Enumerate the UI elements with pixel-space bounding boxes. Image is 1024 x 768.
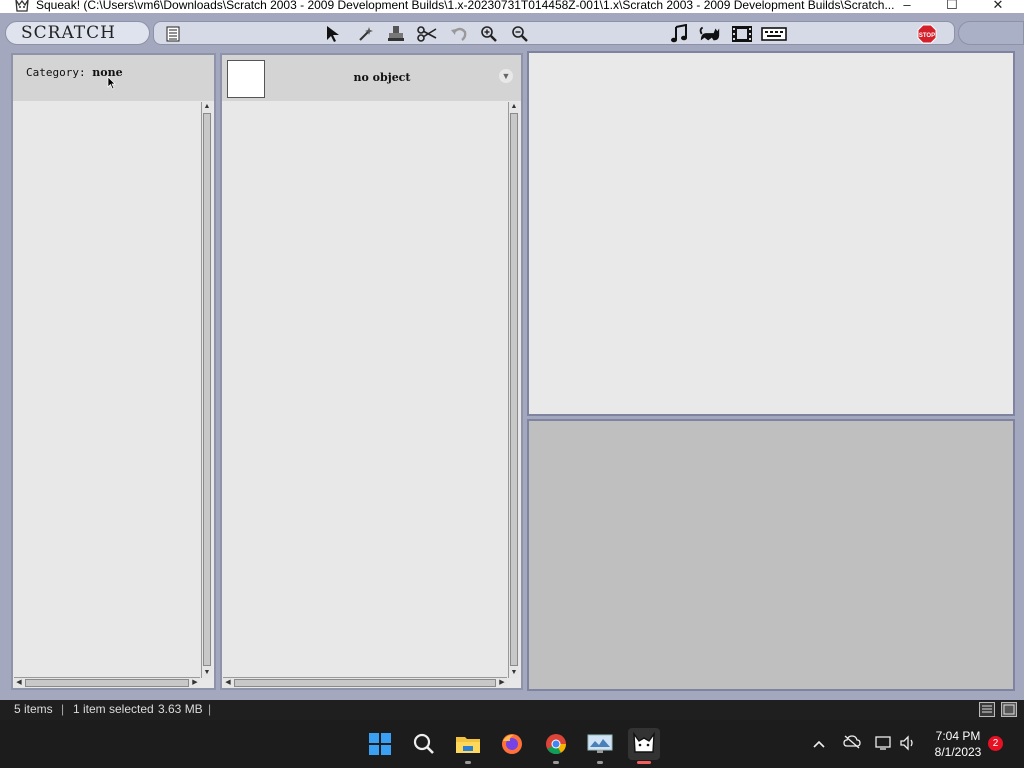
object-header: no object ▼: [222, 55, 521, 101]
minimize-button[interactable]: –: [884, 0, 930, 13]
remote-desktop-icon[interactable]: [584, 728, 616, 764]
running-indicator: [597, 761, 603, 764]
maximize-button[interactable]: ☐: [929, 0, 975, 13]
notification-badge[interactable]: 2: [988, 736, 1003, 751]
magic-wand-icon[interactable]: [355, 24, 377, 44]
onedrive-offline-icon[interactable]: [843, 735, 861, 752]
scripts-horizontal-scrollbar[interactable]: ◀ ▶: [223, 677, 507, 688]
chevron-up-icon[interactable]: [813, 736, 825, 752]
squeak-app-icon: [14, 0, 30, 13]
window-title: Squeak! (C:\Users\vm6\Downloads\Scratch …: [36, 0, 895, 12]
network-icon[interactable]: [875, 735, 893, 754]
scratch-taskbar-icon[interactable]: [628, 728, 660, 764]
stop-label: STOP: [919, 33, 935, 39]
selection-count: 1 item selected: [73, 702, 154, 716]
system-clock[interactable]: 7:04 PM 8/1/2023: [928, 728, 988, 760]
scroll-right-icon[interactable]: ▶: [497, 678, 507, 688]
zoom-in-icon[interactable]: [478, 24, 500, 44]
toolbar-right-tab[interactable]: [958, 21, 1024, 45]
stage[interactable]: [527, 51, 1015, 416]
undo-icon[interactable]: [448, 24, 470, 44]
clock-time: 7:04 PM: [935, 729, 981, 743]
scroll-down-icon[interactable]: ▼: [202, 668, 212, 678]
clock-date: 8/1/2023: [934, 745, 982, 759]
scratch-app: SCRATCH STOP Category: none ▲ ▼ ◀ ▶ no o…: [0, 13, 1024, 700]
chrome-icon[interactable]: [540, 728, 572, 764]
selection-size: 3.63 MB: [158, 702, 203, 716]
scripts-vertical-scrollbar[interactable]: ▲ ▼: [508, 102, 519, 678]
film-icon[interactable]: [731, 24, 753, 44]
scratch-logo: SCRATCH: [21, 23, 116, 43]
scroll-left-icon[interactable]: ◀: [223, 678, 233, 688]
category-header[interactable]: Category: none: [13, 55, 214, 101]
firefox-icon[interactable]: [496, 728, 528, 760]
palette-hscroll-thumb[interactable]: [25, 679, 189, 687]
explorer-statusbar: 5 items | 1 item selected 3.63 MB |: [0, 700, 1024, 720]
item-count: 5 items: [14, 702, 53, 716]
volume-icon[interactable]: [899, 735, 917, 754]
active-indicator: [637, 761, 651, 764]
window-titlebar[interactable]: Squeak! (C:\Users\vm6\Downloads\Scratch …: [0, 0, 1024, 13]
scroll-up-icon[interactable]: ▲: [509, 102, 519, 112]
scripts-pane: no object ▼ ▲ ▼ ◀ ▶: [220, 53, 523, 690]
tiles-view-icon[interactable]: [1001, 702, 1017, 717]
mouse-cursor-icon: [107, 76, 116, 90]
details-view-icon[interactable]: [979, 702, 995, 717]
scroll-down-icon[interactable]: ▼: [509, 668, 519, 678]
object-name: no object: [353, 71, 411, 84]
cat-icon[interactable]: [699, 24, 721, 44]
scripts-hscroll-thumb[interactable]: [234, 679, 496, 687]
scroll-right-icon[interactable]: ▶: [190, 678, 200, 688]
palette-vertical-scrollbar[interactable]: ▲ ▼: [201, 102, 212, 678]
close-button[interactable]: ✕: [975, 0, 1021, 13]
stamp-icon[interactable]: [385, 24, 407, 44]
zoom-out-icon[interactable]: [509, 24, 531, 44]
scroll-up-icon[interactable]: ▲: [202, 102, 212, 112]
arrow-cursor-icon[interactable]: [322, 24, 344, 44]
search-icon[interactable]: [408, 728, 440, 760]
palette-horizontal-scrollbar[interactable]: ◀ ▶: [14, 677, 200, 688]
category-label: Category:: [26, 66, 86, 79]
scissors-icon[interactable]: [416, 24, 438, 44]
file-explorer-icon[interactable]: [452, 728, 484, 764]
stop-sign-icon[interactable]: STOP: [916, 24, 938, 44]
running-indicator: [465, 761, 471, 764]
keyboard-icon[interactable]: [760, 24, 788, 44]
palette-scroll-thumb[interactable]: [203, 113, 211, 666]
status-separator: |: [61, 702, 65, 716]
scripts-scroll-thumb[interactable]: [510, 113, 518, 666]
status-separator: |: [208, 702, 212, 716]
tool-strip: STOP: [153, 21, 955, 45]
sprite-library[interactable]: [527, 419, 1015, 691]
blocks-palette: Category: none ▲ ▼ ◀ ▶: [11, 53, 216, 690]
scroll-left-icon[interactable]: ◀: [14, 678, 24, 688]
object-menu-chevron-down-icon[interactable]: ▼: [499, 69, 513, 83]
taskbar: 7:04 PM 8/1/2023 2: [0, 720, 1024, 768]
scratch-logo-tab[interactable]: SCRATCH: [5, 21, 150, 45]
toolbar: SCRATCH STOP: [0, 21, 1024, 47]
page-icon[interactable]: [162, 24, 184, 44]
windows-start-icon[interactable]: [364, 728, 396, 760]
running-indicator: [553, 761, 559, 764]
object-thumbnail[interactable]: [227, 60, 265, 98]
music-note-icon[interactable]: [668, 24, 690, 44]
